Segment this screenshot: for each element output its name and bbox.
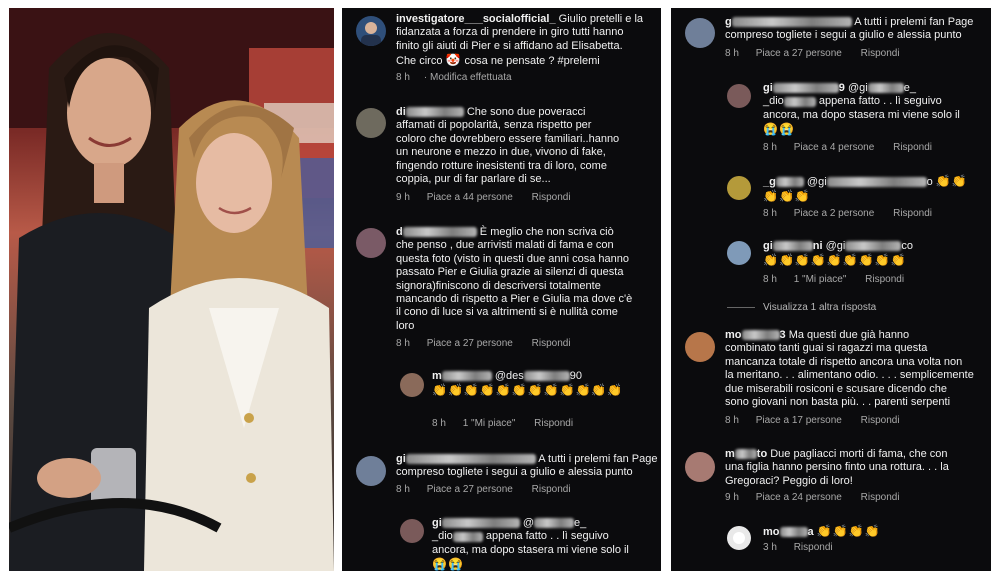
reply-text: gi ni @gi co 👏👏👏👏👏👏👏👏👏 xyxy=(763,240,913,268)
reply-button[interactable]: Rispondi xyxy=(534,418,573,429)
comment-username[interactable]: mo xyxy=(725,329,742,341)
reply-button[interactable]: Rispondi xyxy=(532,192,571,203)
comment-text: g A tutti i prelemi fan Page compreso to… xyxy=(725,16,974,42)
comment-username[interactable]: g xyxy=(725,16,732,28)
likes-count[interactable]: Piace a 27 persone xyxy=(756,48,842,59)
comment-username[interactable]: m xyxy=(432,370,442,382)
reply-button[interactable]: Rispondi xyxy=(794,542,833,553)
clapping-hands-icon: 👏👏👏👏👏👏👏👏👏👏👏👏 xyxy=(432,383,624,398)
reply-text: gi 9 @gi e_ _dio appena fatto . . lì segui… xyxy=(763,82,960,137)
comment-username[interactable]: gi xyxy=(432,517,442,529)
clapping-hands-icon: 👏👏👏👏 xyxy=(816,524,881,538)
reply-text: _g @gi o 👏👏 👏👏👏 xyxy=(763,174,968,204)
avatar[interactable] xyxy=(356,108,386,138)
avatar[interactable] xyxy=(685,452,715,482)
avatar[interactable] xyxy=(685,332,715,362)
photo-illustration xyxy=(9,8,334,571)
comment-username[interactable]: investigatore___socialofficial_ xyxy=(396,13,556,25)
reply-button[interactable]: Rispondi xyxy=(861,415,900,426)
blurred-username xyxy=(402,227,477,238)
comment-text: m to Due pagliacci morti di fama, che con… xyxy=(725,448,949,487)
comment-text: d È meglio che non scriva ciò che penso … xyxy=(396,226,633,332)
comments-panel-middle: investigatore___socialofficial_ Giulio p… xyxy=(342,8,661,571)
avatar[interactable] xyxy=(685,18,715,48)
post-photo xyxy=(9,8,334,571)
reply-button[interactable]: Rispondi xyxy=(893,142,932,153)
avatar[interactable] xyxy=(727,526,751,550)
comment-meta: 8 h 1 "Mi piace" Rispondi xyxy=(432,418,574,429)
reply-button[interactable]: Rispondi xyxy=(865,274,904,285)
likes-count[interactable]: Piace a 27 persone xyxy=(427,338,513,349)
view-more-replies-button[interactable]: Visualizza 1 altra risposta xyxy=(727,302,876,313)
likes-count[interactable]: Piace a 24 persone xyxy=(756,492,842,503)
comment-username[interactable]: _g xyxy=(763,176,776,188)
reply-button[interactable]: Rispondi xyxy=(861,48,900,59)
comment-meta: 8 h Piace a 4 persone Rispondi xyxy=(763,142,933,153)
likes-count[interactable]: Piace a 17 persone xyxy=(756,415,842,426)
clapping-hands-icon: 👏👏👏 xyxy=(763,189,811,204)
reply-button[interactable]: Rispondi xyxy=(532,484,571,495)
comment-text: mo 3 Ma questi due già hanno combinato ta… xyxy=(725,329,974,409)
comments-panel-right: g A tutti i prelemi fan Page compreso to… xyxy=(671,8,991,571)
crying-face-icon: 😭😭 xyxy=(432,557,464,571)
comment-text: investigatore___socialofficial_ Giulio p… xyxy=(396,13,644,68)
avatar[interactable] xyxy=(356,228,386,258)
comment-meta: 3 h Rispondi xyxy=(763,542,833,553)
comment-username[interactable]: gi xyxy=(396,453,406,465)
avatar[interactable] xyxy=(727,241,751,265)
reply-button[interactable]: Rispondi xyxy=(532,338,571,349)
avatar[interactable] xyxy=(356,16,386,46)
comment-username[interactable]: gi xyxy=(763,82,773,94)
likes-count[interactable]: Piace a 44 persone xyxy=(427,192,513,203)
avatar[interactable] xyxy=(400,373,424,397)
comment-meta: 9 h Piace a 24 persone Rispondi xyxy=(725,492,900,503)
comment-time: 8 h xyxy=(396,72,410,83)
avatar[interactable] xyxy=(356,456,386,486)
comment-meta: 8 h 1 "Mi piace" Rispondi xyxy=(763,274,905,285)
comment-username[interactable]: gi xyxy=(763,240,773,252)
comment-meta: 8 h Piace a 2 persone Rispondi xyxy=(763,208,933,219)
avatar[interactable] xyxy=(400,519,424,543)
comment-username[interactable]: m xyxy=(725,448,735,460)
clapping-hands-icon: 👏👏👏👏👏👏👏👏👏 xyxy=(763,253,907,268)
comment-username[interactable]: mo xyxy=(763,526,780,538)
edited-label: Modifica effettuata xyxy=(430,72,512,83)
likes-count[interactable]: 1 "Mi piace" xyxy=(794,274,847,285)
crying-face-icon: 😭😭 xyxy=(763,122,795,137)
avatar[interactable] xyxy=(727,84,751,108)
comment-meta: 8 h Piace a 27 persone Rispondi xyxy=(725,48,900,59)
clown-face-icon: 🤡 xyxy=(445,53,462,68)
comment-text: gi A tutti i prelemi fan Page compreso t… xyxy=(396,453,658,479)
comment-username[interactable]: di xyxy=(396,106,406,118)
comment-meta: 9 h Piace a 44 persone Rispondi xyxy=(396,192,571,203)
blurred-username xyxy=(405,107,464,118)
comment-meta: 8 h Piace a 27 persone Rispondi xyxy=(396,338,571,349)
comment-text: di Che sono due poveracci affamati di po… xyxy=(396,106,620,186)
reply-text: mo a 👏👏👏👏 xyxy=(763,524,881,538)
avatar[interactable] xyxy=(727,176,751,200)
reply-text: m @des 90 👏👏👏👏👏👏👏👏👏👏👏👏 xyxy=(432,370,624,398)
comment-meta: 8 h Piace a 27 persone Rispondi xyxy=(396,484,571,495)
likes-count[interactable]: Piace a 27 persone xyxy=(427,484,513,495)
clapping-hands-icon: 👏👏 xyxy=(935,174,968,188)
reply-text: gi @ e_ _dio appena fatto . . lì seguivo … xyxy=(432,517,629,571)
comment-meta: 8 h · Modifica effettuata xyxy=(396,72,512,83)
likes-count[interactable]: Piace a 4 persone xyxy=(794,142,875,153)
reply-button[interactable]: Rispondi xyxy=(861,492,900,503)
comment-meta: 8 h Piace a 17 persone Rispondi xyxy=(725,415,900,426)
likes-count[interactable]: Piace a 2 persone xyxy=(794,208,875,219)
reply-button[interactable]: Rispondi xyxy=(893,208,932,219)
likes-count[interactable]: 1 "Mi piace" xyxy=(463,418,516,429)
comment-username[interactable]: d xyxy=(396,226,403,238)
